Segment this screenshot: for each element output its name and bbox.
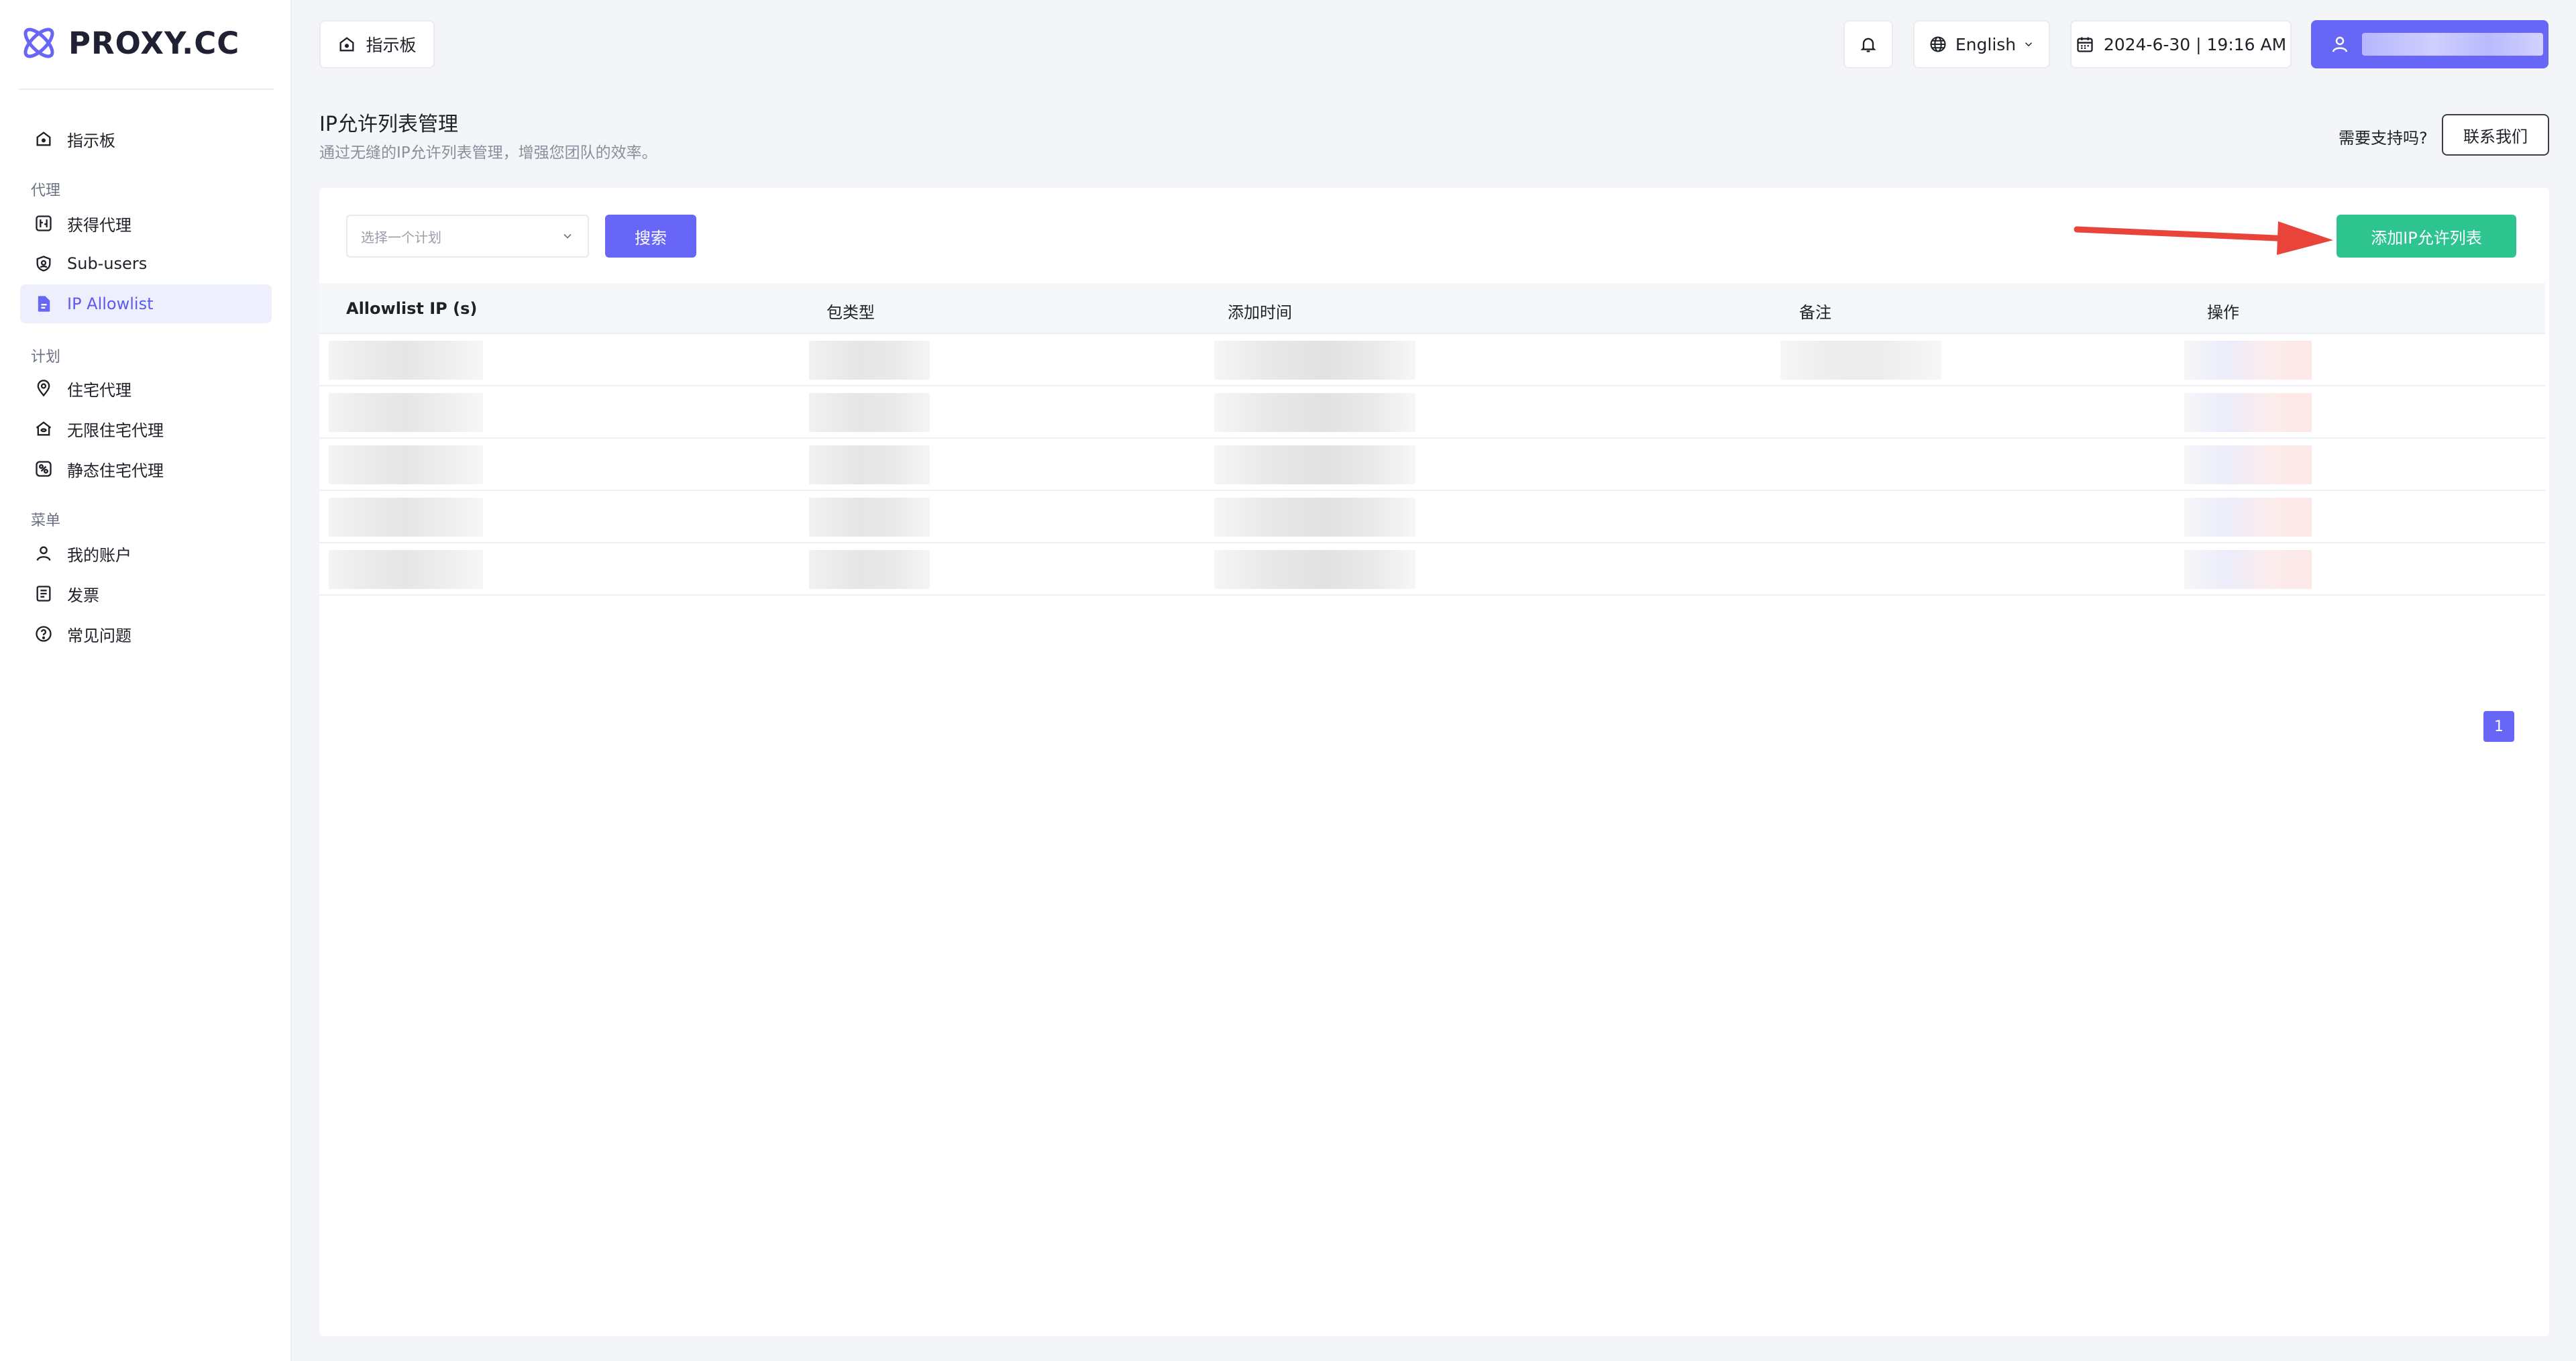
- redacted-cell: [1214, 550, 1415, 589]
- redacted-actions[interactable]: [2184, 341, 2312, 380]
- sidebar-item-label: 静态住宅代理: [67, 461, 164, 480]
- sidebar-item-ip-allowlist[interactable]: IP Allowlist: [20, 284, 272, 323]
- globe-icon: [1930, 36, 1946, 52]
- column-header: 操作: [2207, 303, 2239, 322]
- sidebar-item-label: Sub-users: [67, 254, 148, 273]
- column-header: 包类型: [826, 303, 875, 322]
- table-row: [319, 334, 2545, 386]
- bell-icon: [1860, 38, 1876, 52]
- chevron-down-icon: [564, 233, 572, 239]
- redacted-cell: [329, 550, 483, 589]
- redacted-cell: [809, 341, 930, 380]
- redacted-cell: [809, 498, 930, 537]
- redacted-cell: [809, 445, 930, 484]
- sidebar-item-label: 指示板: [67, 131, 115, 150]
- user-menu-button[interactable]: [2311, 20, 2548, 68]
- redacted-cell: [1214, 498, 1415, 537]
- sidebar: PROXY.CC 指示板 代理 获得代理 Sub-users IP Allowl…: [0, 0, 292, 1361]
- date-display: 2024-6-30 | 19:16 AM: [2070, 20, 2292, 68]
- pagination-page-button[interactable]: 1: [2483, 711, 2514, 742]
- redacted-cell: [1214, 341, 1415, 380]
- home-icon: [34, 129, 54, 149]
- redacted-cell: [329, 341, 483, 380]
- help-circle-icon: [34, 624, 54, 644]
- redacted-actions[interactable]: [2184, 498, 2312, 537]
- sidebar-item-label: 获得代理: [67, 215, 131, 235]
- invoice-icon: [34, 584, 54, 604]
- redacted-actions[interactable]: [2184, 550, 2312, 589]
- chevron-down-icon: [2025, 42, 2033, 47]
- table-row: [319, 491, 2545, 543]
- sidebar-item-my-account[interactable]: 我的账户: [20, 534, 272, 573]
- sidebar-item-get-proxy[interactable]: 获得代理: [20, 204, 272, 243]
- redacted-actions[interactable]: [2184, 393, 2312, 432]
- calendar-icon: [2077, 37, 2093, 52]
- redacted-cell: [329, 393, 483, 432]
- add-allowlist-button[interactable]: 添加IP允许列表: [2337, 215, 2516, 258]
- brand-name: PROXY.CC: [68, 25, 240, 61]
- redacted-cell: [1214, 445, 1415, 484]
- table-row: [319, 543, 2545, 596]
- sidebar-item-sub-users[interactable]: Sub-users: [20, 244, 272, 283]
- table-body: [319, 334, 2545, 596]
- sidebar-item-label: IP Allowlist: [67, 294, 154, 313]
- sidebar-item-dashboard[interactable]: 指示板: [20, 119, 272, 158]
- sidebar-item-static-residential[interactable]: 静态住宅代理: [20, 449, 272, 488]
- proxy-logo-icon: [23, 28, 54, 58]
- sidebar-item-faq[interactable]: 常见问题: [20, 614, 272, 653]
- support-prompt: 需要支持吗?: [2339, 129, 2428, 148]
- user-icon: [34, 543, 54, 563]
- sidebar-section-title: 代理: [31, 182, 61, 199]
- breadcrumb-label: 指示板: [366, 36, 417, 55]
- sidebar-item-invoices[interactable]: 发票: [20, 574, 272, 613]
- home-icon: [339, 37, 354, 52]
- breadcrumb-dashboard[interactable]: 指示板: [319, 20, 435, 68]
- table-row: [319, 386, 2545, 439]
- plan-select-placeholder: 选择一个计划: [361, 229, 441, 246]
- redacted-cell: [809, 550, 930, 589]
- page-subtitle: 通过无缝的IP允许列表管理，增强您团队的效率。: [319, 144, 657, 162]
- search-button[interactable]: 搜索: [605, 215, 696, 258]
- document-icon: [34, 294, 54, 314]
- allowlist-card: 选择一个计划 搜索 添加IP允许列表 Allowlist IP (s) 包类型 …: [319, 188, 2549, 1336]
- brand-logo[interactable]: PROXY.CC: [19, 23, 239, 63]
- house-icon: [34, 419, 54, 439]
- proxy-icon: [34, 213, 54, 233]
- red-arrow-annotation: [2074, 221, 2333, 255]
- table-header: Allowlist IP (s) 包类型 添加时间 备注 操作: [319, 283, 2545, 334]
- brand-divider: [19, 89, 274, 90]
- redacted-cell: [1780, 341, 1941, 380]
- sidebar-section-title: 菜单: [31, 512, 61, 529]
- sidebar-section-title: 计划: [31, 349, 61, 366]
- redacted-cell: [329, 498, 483, 537]
- page-title: IP允许列表管理: [319, 113, 458, 136]
- redacted-actions[interactable]: [2184, 445, 2312, 484]
- static-proxy-icon: [34, 459, 54, 479]
- column-header: Allowlist IP (s): [346, 299, 478, 318]
- sidebar-item-label: 住宅代理: [67, 380, 131, 400]
- redacted-cell: [1214, 393, 1415, 432]
- plan-select[interactable]: 选择一个计划: [346, 215, 589, 258]
- language-selector[interactable]: English: [1913, 20, 2050, 68]
- location-pin-icon: [34, 378, 54, 398]
- username-redacted: [2362, 33, 2543, 56]
- sidebar-item-residential-proxy[interactable]: 住宅代理: [20, 369, 272, 408]
- sidebar-item-unlimited-residential[interactable]: 无限住宅代理: [20, 409, 272, 448]
- column-header: 备注: [1799, 303, 1831, 322]
- sidebar-item-label: 我的账户: [67, 545, 131, 565]
- shield-user-icon: [34, 254, 54, 274]
- sidebar-item-label: 常见问题: [67, 626, 131, 645]
- datetime-text: 2024-6-30 | 19:16 AM: [2103, 34, 2287, 54]
- table-row: [319, 439, 2545, 491]
- contact-us-button[interactable]: 联系我们: [2442, 114, 2549, 156]
- redacted-cell: [809, 393, 930, 432]
- language-label: English: [1955, 34, 2017, 54]
- notifications-button[interactable]: [1843, 20, 1893, 68]
- column-header: 添加时间: [1228, 303, 1292, 322]
- redacted-cell: [329, 445, 483, 484]
- user-icon: [2332, 36, 2348, 52]
- sidebar-item-label: 无限住宅代理: [67, 421, 164, 440]
- sidebar-item-label: 发票: [67, 586, 99, 605]
